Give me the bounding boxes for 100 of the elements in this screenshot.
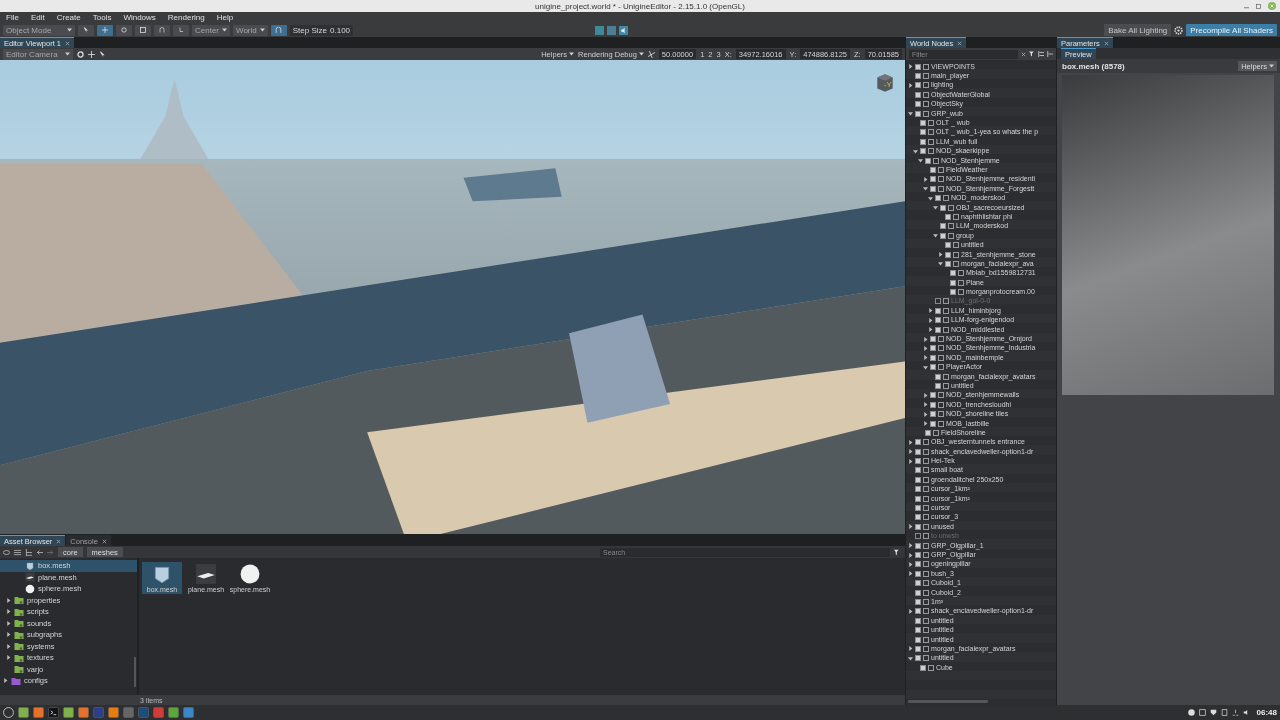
visibility-checkbox[interactable] bbox=[915, 495, 921, 502]
caret-icon[interactable] bbox=[923, 402, 928, 408]
caret-icon[interactable] bbox=[908, 571, 913, 577]
caret-icon[interactable] bbox=[908, 82, 913, 88]
mode-dropdown[interactable]: Object Mode bbox=[3, 24, 75, 36]
visibility-checkbox[interactable] bbox=[915, 110, 921, 117]
caret-icon[interactable] bbox=[908, 111, 913, 117]
caret-icon[interactable] bbox=[938, 252, 943, 257]
visibility-checkbox[interactable] bbox=[935, 317, 941, 324]
visibility-checkbox[interactable] bbox=[915, 514, 921, 521]
visibility-checkbox[interactable] bbox=[940, 223, 946, 230]
caret-icon[interactable] bbox=[908, 561, 913, 567]
menu-item[interactable]: Tools bbox=[92, 13, 112, 22]
menu-item[interactable]: Rendering bbox=[167, 13, 205, 22]
mesh-preview[interactable] bbox=[1062, 75, 1274, 395]
visibility-checkbox[interactable] bbox=[915, 448, 921, 455]
visibility-checkbox[interactable] bbox=[915, 589, 921, 596]
visibility-checkbox[interactable] bbox=[920, 148, 926, 155]
visibility-checkbox[interactable] bbox=[915, 73, 921, 80]
visibility-checkbox[interactable] bbox=[940, 204, 946, 211]
speaker-icon[interactable] bbox=[619, 25, 629, 35]
caret-icon[interactable] bbox=[923, 421, 928, 427]
visibility-checkbox[interactable] bbox=[920, 120, 926, 127]
caret-icon[interactable] bbox=[928, 308, 933, 314]
caret-icon[interactable] bbox=[933, 233, 938, 239]
caret-icon[interactable] bbox=[6, 609, 11, 615]
app-icon[interactable] bbox=[78, 707, 89, 718]
visibility-checkbox[interactable] bbox=[945, 242, 951, 249]
caret-icon[interactable] bbox=[6, 620, 11, 626]
visibility-checkbox[interactable] bbox=[915, 617, 921, 624]
visibility-checkbox[interactable] bbox=[935, 326, 941, 333]
menu-item[interactable]: Create bbox=[56, 13, 81, 22]
space-dropdown[interactable]: World bbox=[233, 24, 268, 36]
visibility-checkbox[interactable] bbox=[915, 598, 921, 605]
visibility-checkbox[interactable] bbox=[935, 373, 941, 380]
app-icon[interactable] bbox=[183, 707, 194, 718]
caret-icon[interactable] bbox=[923, 392, 928, 398]
visibility-checkbox[interactable] bbox=[930, 176, 936, 183]
visibility-checkbox[interactable] bbox=[920, 664, 926, 671]
visibility-checkbox[interactable] bbox=[915, 467, 921, 474]
visibility-checkbox[interactable] bbox=[930, 392, 936, 399]
caret-icon[interactable] bbox=[908, 655, 913, 661]
visibility-checkbox[interactable] bbox=[915, 561, 921, 568]
visibility-checkbox[interactable] bbox=[915, 533, 921, 540]
maximize-icon[interactable] bbox=[1256, 3, 1261, 9]
caret-icon[interactable] bbox=[6, 643, 11, 649]
visibility-checkbox[interactable] bbox=[915, 580, 921, 587]
visibility-checkbox[interactable] bbox=[915, 523, 921, 530]
visibility-checkbox[interactable] bbox=[915, 91, 921, 98]
caret-icon[interactable] bbox=[908, 543, 913, 549]
cursor-icon[interactable] bbox=[99, 50, 106, 58]
caret-icon[interactable] bbox=[933, 205, 938, 211]
visibility-checkbox[interactable] bbox=[930, 354, 936, 361]
caret-icon[interactable] bbox=[908, 64, 913, 70]
visibility-checkbox[interactable] bbox=[915, 486, 921, 493]
visibility-checkbox[interactable] bbox=[935, 307, 941, 314]
visibility-checkbox[interactable] bbox=[935, 298, 941, 305]
visibility-checkbox[interactable] bbox=[950, 279, 956, 286]
settings-icon[interactable] bbox=[77, 50, 84, 58]
shield-icon[interactable] bbox=[1209, 709, 1217, 716]
plus-icon[interactable] bbox=[88, 50, 95, 58]
start-menu-icon[interactable] bbox=[3, 707, 14, 718]
visibility-checkbox[interactable] bbox=[915, 476, 921, 483]
caret-icon[interactable] bbox=[908, 449, 913, 455]
folder-icon[interactable] bbox=[18, 707, 29, 718]
visibility-checkbox[interactable] bbox=[930, 420, 936, 427]
visibility-checkbox[interactable] bbox=[930, 167, 936, 173]
visibility-checkbox[interactable] bbox=[915, 645, 921, 652]
axis-cube-icon[interactable]: -Y bbox=[874, 72, 896, 94]
visibility-checkbox[interactable] bbox=[915, 627, 921, 634]
caret-icon[interactable] bbox=[923, 355, 928, 361]
close-icon[interactable] bbox=[56, 538, 62, 544]
visibility-checkbox[interactable] bbox=[915, 63, 921, 70]
menu-item[interactable]: File bbox=[6, 13, 19, 22]
caret-icon[interactable] bbox=[908, 439, 913, 445]
close-icon[interactable] bbox=[957, 40, 963, 46]
visibility-checkbox[interactable] bbox=[930, 411, 936, 418]
visibility-checkbox[interactable] bbox=[915, 636, 921, 643]
caret-icon[interactable] bbox=[928, 195, 933, 201]
visibility-checkbox[interactable] bbox=[915, 101, 921, 108]
select-tool-button[interactable] bbox=[78, 24, 94, 36]
caret-icon[interactable] bbox=[923, 364, 928, 370]
caret-icon[interactable] bbox=[6, 632, 11, 638]
visibility-checkbox[interactable] bbox=[930, 401, 936, 408]
caret-icon[interactable] bbox=[908, 552, 913, 558]
visibility-checkbox[interactable] bbox=[915, 439, 921, 446]
settings-icon[interactable] bbox=[1174, 25, 1184, 35]
visibility-checkbox[interactable] bbox=[940, 232, 946, 239]
tree-icon[interactable] bbox=[25, 548, 32, 556]
scale-tool-button[interactable] bbox=[135, 24, 151, 36]
close-icon[interactable] bbox=[101, 538, 107, 544]
scrollbar[interactable] bbox=[908, 700, 988, 703]
close-icon[interactable] bbox=[1103, 40, 1109, 46]
align-tool-button[interactable] bbox=[173, 24, 189, 36]
visibility-checkbox[interactable] bbox=[930, 345, 936, 352]
visibility-checkbox[interactable] bbox=[945, 213, 951, 220]
visibility-checkbox[interactable] bbox=[930, 185, 936, 192]
visibility-checkbox[interactable] bbox=[915, 82, 921, 89]
visibility-checkbox[interactable] bbox=[915, 458, 921, 465]
caret-icon[interactable] bbox=[908, 458, 913, 464]
